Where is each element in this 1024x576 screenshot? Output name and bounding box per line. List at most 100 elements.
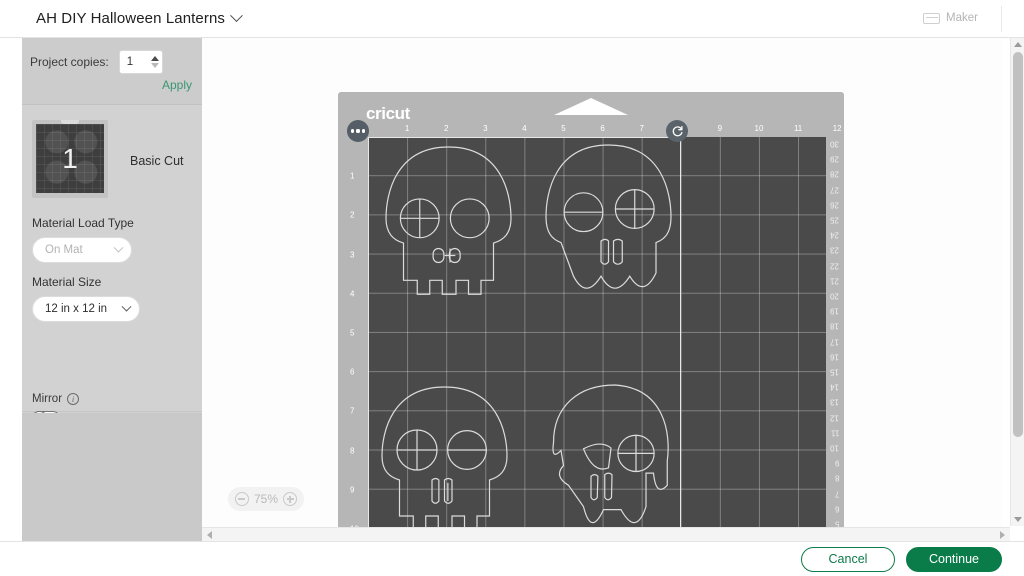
ruler-tick-left: 4 <box>350 289 355 299</box>
apply-button[interactable]: Apply <box>162 78 192 92</box>
ruler-tick-right: 22 <box>830 261 839 271</box>
project-copies-section: Project copies: 1 Apply <box>22 38 202 105</box>
skull-outline <box>381 386 508 531</box>
chevron-down-icon <box>113 242 124 253</box>
skull-nostril <box>590 474 599 501</box>
mat-options-button[interactable] <box>347 120 369 142</box>
project-copies-label: Project copies: <box>30 55 109 69</box>
vertical-ruler-left: 12345678910 <box>346 137 362 534</box>
machine-label: Maker <box>946 12 978 24</box>
skull-nostril <box>431 477 440 504</box>
skull-nostril <box>600 238 610 265</box>
mat-card: 1 Basic Cut Material Load Type On Mat Ma… <box>22 106 202 428</box>
ruler-tick-left: 5 <box>350 328 355 338</box>
footer-action-bar: Cancel Continue <box>0 541 1024 576</box>
horizontal-ruler: 123456789101112 <box>368 124 842 136</box>
ruler-tick-right: 12 <box>830 413 839 423</box>
ruler-tick-right: 26 <box>830 200 839 210</box>
project-copies-row: Project copies: 1 <box>30 50 163 74</box>
info-icon[interactable]: i <box>67 393 80 405</box>
ruler-tick-top: 12 <box>832 124 842 133</box>
zoom-control: 75% <box>228 487 304 511</box>
chevron-down-icon <box>121 301 132 312</box>
ruler-tick-right: 17 <box>830 337 839 347</box>
cricut-brand-logo: cricut <box>366 104 410 123</box>
skull-nostril <box>432 247 445 264</box>
ruler-tick-top: 11 <box>793 124 803 133</box>
ruler-tick-top: 10 <box>754 124 764 133</box>
scroll-down-icon[interactable] <box>1013 517 1022 522</box>
ruler-tick-top: 1 <box>404 124 410 133</box>
ruler-tick-right: 16 <box>830 352 839 362</box>
mat-thumbnail-surface: 1 <box>36 124 104 193</box>
mat-thumbnail[interactable]: 1 <box>32 120 108 198</box>
mat-rotate-button[interactable] <box>666 120 688 142</box>
stepper-decrement-icon[interactable] <box>150 63 159 68</box>
ruler-tick-right: 24 <box>830 230 839 240</box>
material-load-type-value: On Mat <box>45 244 83 256</box>
rotate-mat-icon <box>672 125 683 136</box>
ruler-tick-right: 18 <box>830 321 839 331</box>
mat-operation-label: Basic Cut <box>130 154 184 168</box>
vertical-scrollbar-thumb[interactable] <box>1013 52 1023 437</box>
scroll-right-icon[interactable] <box>1000 530 1005 539</box>
ruler-tick-right: 20 <box>830 291 839 301</box>
ruler-tick-right: 10 <box>830 443 839 453</box>
skull-nostril <box>612 238 623 265</box>
cutting-machine-icon <box>923 12 941 24</box>
ruler-tick-right: 27 <box>830 185 839 195</box>
ruler-tick-top: 6 <box>600 124 605 133</box>
material-load-type-select[interactable]: On Mat <box>32 237 132 263</box>
project-copies-value[interactable]: 1 <box>127 56 133 68</box>
shape-skull-round-drip[interactable] <box>545 144 672 289</box>
continue-button[interactable]: Continue <box>906 546 1002 572</box>
ruler-tick-left: 7 <box>350 406 355 416</box>
design-shapes-layer[interactable] <box>368 137 826 532</box>
ruler-tick-left: 2 <box>350 210 355 220</box>
material-size-select[interactable]: 12 in x 12 in <box>32 296 140 322</box>
shape-skull-side-profile[interactable] <box>552 384 669 524</box>
ruler-tick-right: 21 <box>830 276 839 286</box>
ruler-tick-left: 9 <box>350 485 355 495</box>
ruler-tick-right: 14 <box>830 382 839 392</box>
shape-skull-round-teeth-2[interactable] <box>381 386 508 531</box>
ruler-tick-right: 6 <box>834 504 839 514</box>
scroll-up-icon[interactable] <box>1013 42 1022 47</box>
skull-eye-socket <box>582 443 612 470</box>
mirror-row: Mirror i <box>32 393 80 405</box>
ruler-tick-top: 5 <box>561 124 566 133</box>
app-header: AH DIY Halloween Lanterns Maker <box>0 0 1024 38</box>
ruler-tick-top: 9 <box>717 124 723 133</box>
mirror-label: Mirror <box>32 393 63 405</box>
project-title-dropdown[interactable]: AH DIY Halloween Lanterns <box>36 9 243 27</box>
shape-skull-round-teeth[interactable] <box>385 146 512 295</box>
skull-nostril <box>604 472 613 501</box>
ruler-tick-right: 30 <box>830 139 839 149</box>
chevron-down-icon <box>230 9 243 23</box>
ruler-tick-right: 25 <box>830 215 839 225</box>
scroll-left-icon[interactable] <box>207 530 212 539</box>
ruler-tick-top: 4 <box>522 124 527 133</box>
ruler-tick-left: 3 <box>350 250 355 260</box>
vertical-scrollbar[interactable] <box>1010 38 1024 526</box>
stepper-arrows <box>150 56 159 68</box>
horizontal-scrollbar[interactable] <box>202 527 1010 541</box>
vertical-ruler-right: 30 29 28 27 26 25 24 23 22 21 20 19 18 17 16 15 14 13 12 11… <box>826 137 842 532</box>
stepper-increment-icon[interactable] <box>150 56 159 61</box>
ruler-tick-top: 2 <box>443 124 449 133</box>
project-copies-stepper[interactable]: 1 <box>118 50 163 74</box>
zoom-in-icon[interactable] <box>283 492 298 506</box>
ruler-tick-right: 7 <box>834 489 839 499</box>
machine-selector[interactable]: Maker <box>923 12 978 24</box>
mat-surface[interactable] <box>368 137 826 532</box>
ruler-tick-right: 28 <box>830 169 839 179</box>
ruler-tick-top: 7 <box>639 124 644 133</box>
ruler-tick-right: 13 <box>830 397 839 407</box>
ruler-tick-left: 6 <box>350 367 355 377</box>
zoom-out-icon[interactable] <box>234 492 249 506</box>
ruler-tick-right: 23 <box>830 245 839 255</box>
cricut-design-space-window: AH DIY Halloween Lanterns Maker Project … <box>0 0 1024 576</box>
cancel-button[interactable]: Cancel <box>801 546 895 572</box>
material-size-value: 12 in x 12 in <box>45 303 108 315</box>
mat-settings-sidebar: Project copies: 1 Apply 1 Basic Cut Mate… <box>22 38 202 541</box>
